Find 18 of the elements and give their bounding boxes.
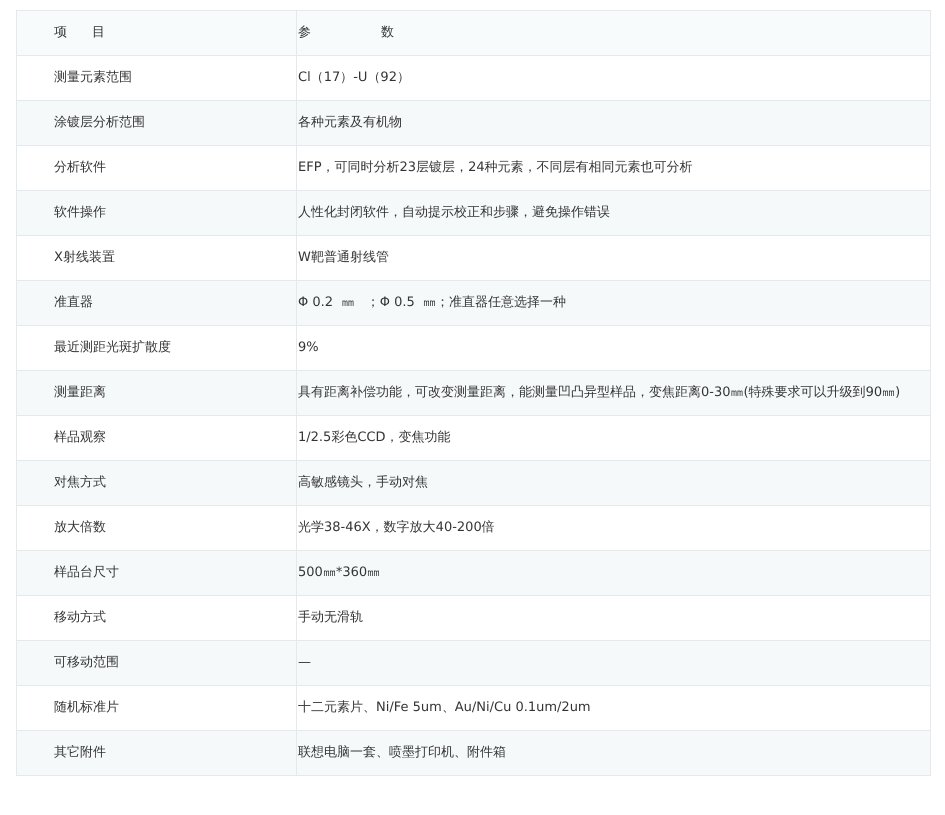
table-cell-text: Φ 0.2 ㎜ ；Φ 0.5 ㎜；准直器任意选择一种 (297, 294, 568, 312)
table-cell-text: Cl（17）-U（92） (297, 69, 411, 87)
column-header: 参 数 (297, 24, 396, 42)
table-cell-text: 9% (297, 339, 320, 357)
table-cell-text: 1/2.5彩色CCD，变焦功能 (297, 429, 452, 447)
table-cell-text: 手动无滑轨 (297, 609, 364, 627)
table-cell: 其它附件 (17, 731, 297, 775)
table-cell-text: 联想电脑一套、喷墨打印机、附件箱 (297, 744, 507, 762)
table-cell-text: 人性化封闭软件，自动提示校正和步骤，避免操作错误 (297, 204, 611, 222)
table-cell-text: 十二元素片、Ni/Fe 5um、Au/Ni/Cu 0.1um/2um (297, 699, 592, 717)
table-cell-text: 光学38-46X，数字放大40-200倍 (297, 519, 496, 537)
table-cell-text: 高敏感镜头，手动对焦 (297, 474, 429, 492)
table-cell-text: — (297, 654, 312, 672)
table-cell-text: EFP，可同时分析23层镀层，24种元素，不同层有相同元素也可分析 (297, 159, 694, 177)
table-cell-text: 各种元素及有机物 (297, 114, 403, 132)
table-cell-text: 500㎜*360㎜ (297, 564, 382, 582)
table-cell-text: 具有距离补偿功能，可改变测量距离，能测量凹凸异型样品，变焦距离0-30㎜(特殊要求可以升级到90㎜) (297, 384, 902, 402)
table-cell-text: W靶普通射线管 (297, 248, 390, 267)
